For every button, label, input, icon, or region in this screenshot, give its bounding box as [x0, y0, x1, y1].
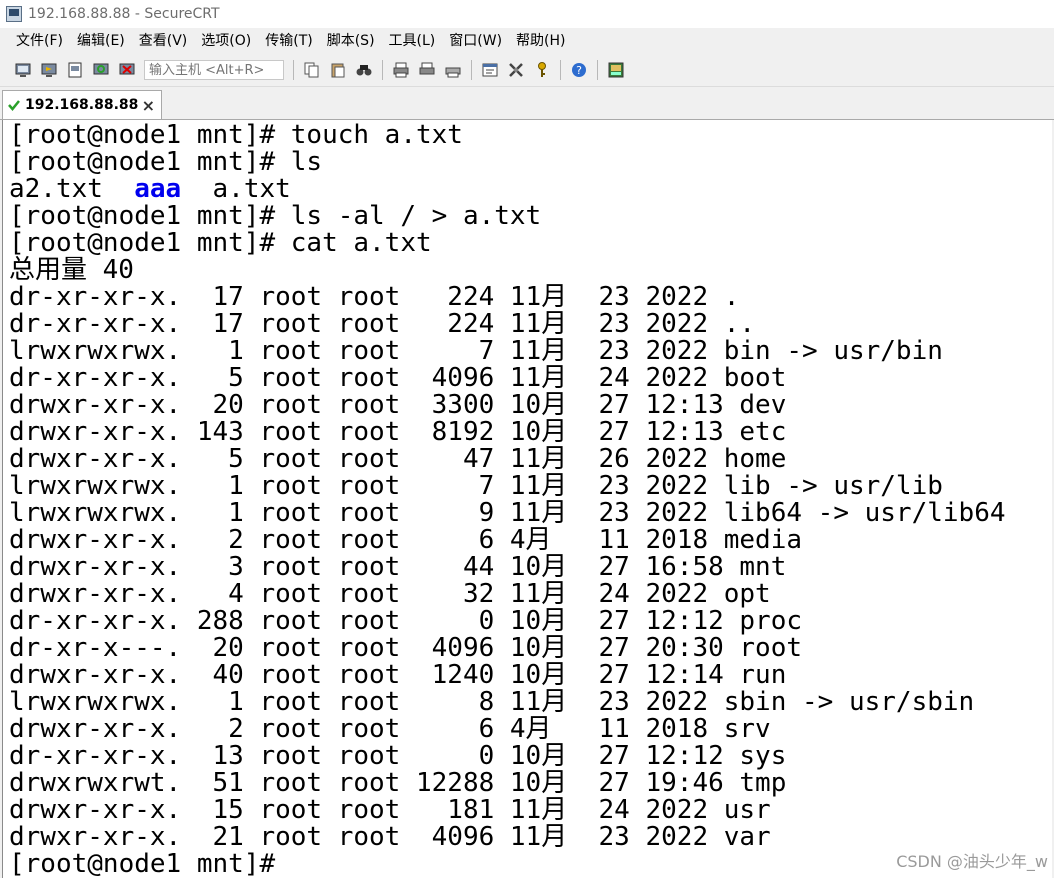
- print-selection-icon[interactable]: [416, 59, 438, 81]
- terminal-line: [root@node1 mnt]# cat a.txt: [9, 228, 432, 258]
- session-tab-label: 192.168.88.88: [25, 97, 139, 113]
- window-title: 192.168.88.88 - SecureCRT: [28, 6, 220, 22]
- toolbar-separator: [597, 60, 598, 80]
- terminal-line: drwxr-xr-x. 5 root root 47 11月 26 2022 h…: [9, 444, 787, 474]
- connect-icon[interactable]: [12, 59, 34, 81]
- securefx-icon[interactable]: [605, 59, 627, 81]
- menu-options[interactable]: 选项(O): [195, 28, 257, 54]
- terminal-line: drwxr-xr-x. 20 root root 3300 10月 27 12:…: [9, 390, 787, 420]
- terminal-line: dr-xr-xr-x. 288 root root 0 10月 27 12:12…: [9, 606, 803, 636]
- terminal-line: drwxr-xr-x. 3 root root 44 10月 27 16:58 …: [9, 552, 787, 582]
- menu-transfer[interactable]: 传输(T): [259, 28, 318, 54]
- paste-icon[interactable]: [327, 59, 349, 81]
- menu-bar: 文件(F) 编辑(E) 查看(V) 选项(O) 传输(T) 脚本(S) 工具(L…: [0, 28, 1054, 54]
- terminal-line: lrwxrwxrwx. 1 root root 8 11月 23 2022 sb…: [9, 687, 975, 717]
- terminal-line: [root@node1 mnt]# touch a.txt: [9, 120, 463, 150]
- print-icon[interactable]: [390, 59, 412, 81]
- terminal-line: [root@node1 mnt]# ls -al / > a.txt: [9, 201, 542, 231]
- find-icon[interactable]: [353, 59, 375, 81]
- terminal-line: drwxr-xr-x. 21 root root 4096 11月 23 202…: [9, 822, 771, 852]
- terminal-output: [root@node1 mnt]# touch a.txt [root@node…: [9, 122, 1006, 878]
- connect-in-tab-icon[interactable]: [64, 59, 86, 81]
- terminal-line: lrwxrwxrwx. 1 root root 9 11月 23 2022 li…: [9, 498, 1006, 528]
- copy-icon[interactable]: [301, 59, 323, 81]
- ls-file-a: a.txt: [212, 174, 291, 204]
- ls-output-line: a2.txt aaa a.txt: [9, 176, 1006, 203]
- help-icon[interactable]: ?: [568, 59, 590, 81]
- terminal-line: dr-xr-x---. 20 root root 4096 10月 27 20:…: [9, 633, 803, 663]
- terminal-window[interactable]: [root@node1 mnt]# touch a.txt [root@node…: [2, 120, 1052, 878]
- session-tab-bar: 192.168.88.88 ×: [0, 87, 1054, 120]
- toolbar-separator: [293, 60, 294, 80]
- menu-view[interactable]: 查看(V): [133, 28, 194, 54]
- menu-file[interactable]: 文件(F): [10, 28, 69, 54]
- terminal-line: [root@node1 mnt]# ls: [9, 147, 323, 177]
- print-setup-icon[interactable]: [442, 59, 464, 81]
- toolbar-separator: [471, 60, 472, 80]
- session-tab[interactable]: 192.168.88.88 ×: [2, 90, 162, 119]
- menu-script[interactable]: 脚本(S): [321, 28, 381, 54]
- svg-text:?: ?: [576, 64, 582, 77]
- toolbar-separator: [560, 60, 561, 80]
- title-bar: 192.168.88.88 - SecureCRT: [0, 0, 1054, 28]
- reconnect-icon[interactable]: [90, 59, 112, 81]
- toolbar: ?: [0, 54, 1054, 87]
- menu-help[interactable]: 帮助(H): [510, 28, 571, 54]
- quick-connect-icon[interactable]: [38, 59, 60, 81]
- terminal-line: 总用量 40: [9, 255, 134, 285]
- close-tab-icon[interactable]: ×: [142, 96, 155, 115]
- ls-file-a2: a2.txt: [9, 174, 103, 204]
- quick-connect-input[interactable]: [144, 60, 284, 80]
- menu-edit[interactable]: 编辑(E): [71, 28, 131, 54]
- terminal-line: drwxrwxrwt. 51 root root 12288 10月 27 19…: [9, 768, 787, 798]
- terminal-line: drwxr-xr-x. 2 root root 6 4月 11 2018 med…: [9, 525, 803, 555]
- menu-tools[interactable]: 工具(L): [383, 28, 442, 54]
- session-options-icon[interactable]: [479, 59, 501, 81]
- terminal-line: drwxr-xr-x. 4 root root 32 11月 24 2022 o…: [9, 579, 771, 609]
- terminal-line: lrwxrwxrwx. 1 root root 7 11月 23 2022 li…: [9, 471, 943, 501]
- menu-window[interactable]: 窗口(W): [443, 28, 508, 54]
- terminal-prompt: [root@node1 mnt]#: [9, 849, 291, 878]
- terminal-line: dr-xr-xr-x. 17 root root 224 11月 23 2022…: [9, 282, 740, 312]
- terminal-line: lrwxrwxrwx. 1 root root 7 11月 23 2022 bi…: [9, 336, 943, 366]
- disconnect-icon[interactable]: [116, 59, 138, 81]
- toolbar-separator: [382, 60, 383, 80]
- connected-check-icon: [8, 100, 20, 111]
- terminal-line: drwxr-xr-x. 2 root root 6 4月 11 2018 srv: [9, 714, 771, 744]
- terminal-line: drwxr-xr-x. 40 root root 1240 10月 27 12:…: [9, 660, 787, 690]
- global-options-icon[interactable]: [505, 59, 527, 81]
- ls-directory-aaa: aaa: [134, 174, 182, 204]
- terminal-line: drwxr-xr-x. 15 root root 181 11月 24 2022…: [9, 795, 771, 825]
- terminal-line: dr-xr-xr-x. 13 root root 0 10月 27 12:12 …: [9, 741, 787, 771]
- securecrt-app-icon[interactable]: [6, 6, 22, 22]
- key-icon[interactable]: [531, 59, 553, 81]
- terminal-line: dr-xr-xr-x. 17 root root 224 11月 23 2022…: [9, 309, 756, 339]
- terminal-line: drwxr-xr-x. 143 root root 8192 10月 27 12…: [9, 417, 787, 447]
- csdn-watermark: CSDN @油头少年_w: [896, 852, 1048, 871]
- terminal-line: dr-xr-xr-x. 5 root root 4096 11月 24 2022…: [9, 363, 787, 393]
